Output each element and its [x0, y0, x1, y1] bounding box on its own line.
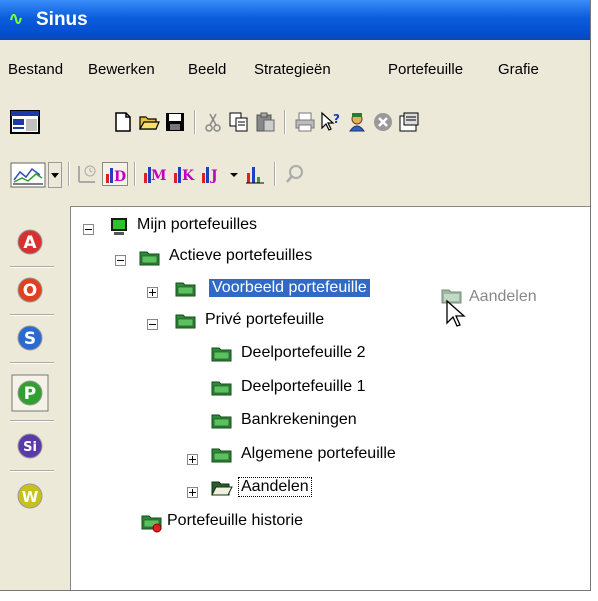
- toolbar-separator: [68, 162, 70, 186]
- dropdown-arrow-icon[interactable]: [228, 163, 240, 185]
- monitor-icon: [111, 218, 127, 235]
- collapse-toggle[interactable]: [83, 224, 94, 235]
- k-chart-icon[interactable]: K: [172, 163, 196, 185]
- tree-node-portefeuille-historie[interactable]: Portefeuille historie: [167, 512, 303, 530]
- module-o-label: O: [23, 281, 37, 301]
- line-chart-icon[interactable]: [10, 162, 46, 188]
- tree-node-mijn-portefeuilles[interactable]: Mijn portefeuilles: [137, 216, 257, 234]
- collapse-toggle[interactable]: [115, 255, 126, 266]
- zoom-icon[interactable]: [284, 163, 306, 185]
- paste-icon[interactable]: [254, 111, 276, 133]
- open-folder-icon: [211, 481, 233, 496]
- history-chart-icon[interactable]: [76, 163, 98, 185]
- menu-portefeuille[interactable]: Portefeuille: [388, 61, 463, 78]
- sidebar-separator: [10, 470, 54, 472]
- folder-icon: [211, 381, 232, 396]
- properties-icon[interactable]: [398, 111, 420, 133]
- folder-icon: [175, 282, 196, 297]
- tree-node-deelportefeuille-1[interactable]: Deelportefeuille 1: [241, 378, 366, 396]
- tree-node-prive-portefeuille[interactable]: Privé portefeuille: [205, 311, 324, 329]
- tree-node-algemene-portefeuille[interactable]: Algemene portefeuille: [241, 445, 396, 463]
- expand-toggle[interactable]: [187, 454, 198, 465]
- module-p-label: P: [24, 384, 36, 404]
- svg-text:J: J: [209, 168, 218, 184]
- window-layout-icon[interactable]: [10, 110, 40, 134]
- app-window: ∿ Sinus Bestand Bewerken Beeld Strategie…: [0, 0, 591, 591]
- module-sidebar: A O S P Si W: [6, 218, 66, 590]
- module-o-icon[interactable]: O: [14, 274, 46, 306]
- svg-text:D: D: [114, 169, 126, 185]
- bar-chart-icon[interactable]: [244, 163, 266, 185]
- sidebar-separator: [10, 266, 54, 268]
- module-w-label: W: [22, 488, 39, 506]
- d-chart-icon[interactable]: D: [102, 162, 128, 186]
- folder-icon: [211, 414, 232, 429]
- folder-icon: [139, 251, 160, 266]
- module-si-icon[interactable]: Si: [14, 430, 46, 462]
- new-document-icon[interactable]: [112, 111, 134, 133]
- tree-node-voorbeeld-portefeuille[interactable]: Voorbeeld portefeuille: [209, 279, 370, 297]
- save-icon[interactable]: [164, 111, 186, 133]
- j-chart-icon[interactable]: J: [200, 163, 222, 185]
- folder-icon: [211, 448, 232, 463]
- module-a-label: A: [23, 233, 37, 253]
- m-chart-icon[interactable]: M: [142, 163, 168, 185]
- menu-beeld[interactable]: Beeld: [188, 61, 226, 78]
- menu-bewerken[interactable]: Bewerken: [88, 61, 155, 78]
- main-toolbar: ?: [0, 102, 590, 142]
- toolbar-separator: [134, 162, 136, 186]
- collapse-toggle[interactable]: [147, 319, 158, 330]
- toolbar-separator: [274, 162, 276, 186]
- copy-icon[interactable]: [228, 111, 250, 133]
- portfolio-tree: Mijn portefeuilles Actieve portefeuilles…: [70, 206, 590, 590]
- title-bar: ∿ Sinus: [0, 0, 590, 40]
- stop-icon[interactable]: [372, 111, 394, 133]
- history-folder-icon: [141, 515, 162, 533]
- print-icon[interactable]: [294, 111, 316, 133]
- module-p-icon[interactable]: P: [11, 374, 49, 412]
- expand-toggle[interactable]: [147, 287, 158, 298]
- module-s-label: S: [24, 329, 36, 349]
- sidebar-separator: [10, 362, 54, 364]
- drag-ghost-label: Aandelen: [469, 288, 537, 305]
- tree-node-actieve-portefeuilles[interactable]: Actieve portefeuilles: [169, 247, 312, 265]
- sidebar-separator: [10, 420, 54, 422]
- menu-bar: Bestand Bewerken Beeld Strategieën Porte…: [0, 58, 590, 82]
- open-folder-icon[interactable]: [138, 111, 160, 133]
- svg-text:K: K: [182, 168, 195, 184]
- tree-node-aandelen[interactable]: Aandelen: [238, 477, 312, 497]
- menu-bestand[interactable]: Bestand: [8, 61, 63, 78]
- module-s-icon[interactable]: S: [14, 322, 46, 354]
- toolbar-separator: [194, 110, 196, 134]
- module-a-icon[interactable]: A: [14, 226, 46, 258]
- module-w-icon[interactable]: W: [14, 480, 46, 512]
- toolbar-separator: [284, 110, 286, 134]
- folder-icon: [211, 347, 232, 362]
- folder-icon: [175, 314, 196, 329]
- module-si-label: Si: [23, 440, 37, 455]
- mouse-cursor-icon: [446, 299, 466, 327]
- tree-node-bankrekeningen[interactable]: Bankrekeningen: [241, 411, 357, 429]
- menu-grafie[interactable]: Grafie: [498, 61, 539, 78]
- sinus-logo-icon: ∿: [8, 8, 24, 30]
- window-title: Sinus: [36, 9, 88, 30]
- expand-toggle[interactable]: [187, 487, 198, 498]
- cut-icon[interactable]: [202, 111, 224, 133]
- person-icon[interactable]: [346, 111, 368, 133]
- chart-toolbar: D M K J: [0, 154, 590, 194]
- help-pointer-icon[interactable]: ?: [320, 111, 342, 133]
- svg-text:?: ?: [333, 112, 340, 126]
- svg-text:M: M: [151, 168, 167, 184]
- menu-strategieen[interactable]: Strategieën: [254, 61, 331, 78]
- dropdown-arrow-icon[interactable]: [48, 162, 62, 188]
- sidebar-separator: [10, 314, 54, 316]
- tree-node-deelportefeuille-2[interactable]: Deelportefeuille 2: [241, 344, 366, 362]
